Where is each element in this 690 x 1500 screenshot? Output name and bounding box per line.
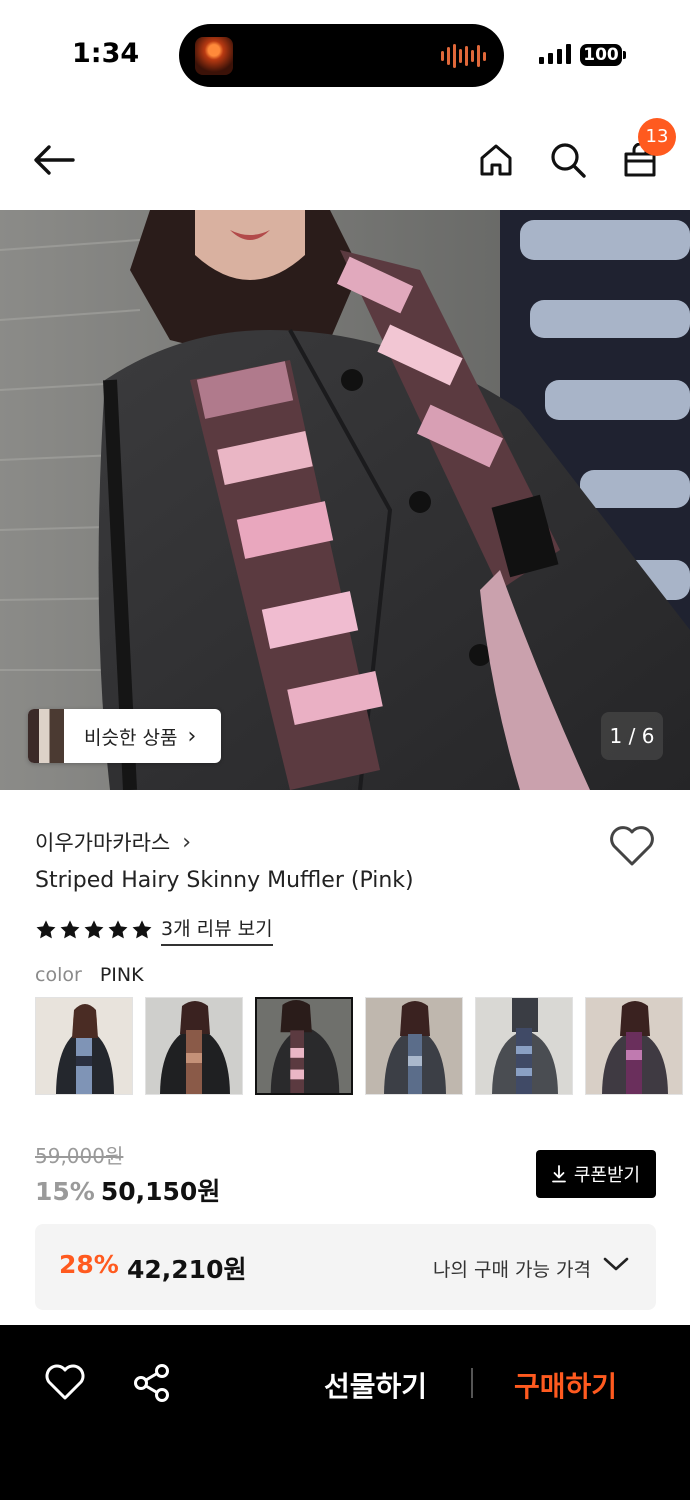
original-price: 59,000원	[35, 1144, 124, 1168]
home-button[interactable]	[472, 136, 520, 184]
bottom-action-bar: 선물하기 구매하기	[0, 1325, 690, 1500]
chevron-down-icon	[603, 1257, 629, 1271]
product-image-carousel[interactable]	[0, 210, 690, 790]
signal-icon	[539, 44, 571, 64]
color-option-thumbnail	[36, 998, 132, 1094]
color-row: color PINK	[35, 964, 144, 986]
color-option-thumbnail	[146, 998, 242, 1094]
similar-products-button[interactable]: 비슷한 상품 ›	[28, 709, 221, 763]
color-option-thumbnail	[476, 998, 572, 1094]
star-icon	[108, 920, 128, 939]
rating-row: 3개 리뷰 보기	[35, 914, 273, 946]
product-title: Striped Hairy Skinny Muffler (Pink)	[35, 868, 414, 893]
star-rating	[35, 919, 153, 941]
color-option-thumbnail	[586, 998, 682, 1094]
top-nav	[0, 110, 690, 210]
my-price-amount: 42,210원	[127, 1255, 247, 1284]
back-button[interactable]	[30, 136, 78, 184]
my-price-panel[interactable]: 28% 42,210원 나의 구매 가능 가격	[35, 1224, 656, 1310]
battery-icon	[623, 51, 626, 59]
chevron-right-icon: ›	[187, 723, 197, 749]
buy-button[interactable]: 구매하기	[514, 1365, 617, 1405]
now-playing-artwork	[195, 37, 233, 75]
arrow-left-icon	[34, 145, 75, 175]
color-value: PINK	[99, 964, 144, 986]
home-icon	[480, 144, 512, 176]
star-icon	[84, 920, 104, 939]
color-option-5[interactable]	[475, 997, 573, 1095]
similar-products-thumbnail	[28, 709, 64, 763]
search-icon	[551, 143, 586, 178]
sale-price: 50,150원	[100, 1177, 221, 1206]
color-option-2[interactable]	[145, 997, 243, 1095]
color-options	[35, 997, 690, 1097]
action-divider	[471, 1368, 473, 1398]
color-option-4[interactable]	[365, 997, 463, 1095]
coupon-download-button[interactable]: 쿠폰받기	[536, 1150, 656, 1198]
heart-icon	[45, 1364, 85, 1400]
color-option-6[interactable]	[585, 997, 683, 1095]
reviews-link[interactable]: 3개 리뷰 보기	[161, 914, 273, 946]
battery-level: 100	[580, 44, 622, 66]
color-label: color	[35, 964, 82, 986]
discount-rate: 15%	[35, 1177, 95, 1206]
audio-waveform-icon	[441, 44, 486, 68]
brand-name: 이우가마카라스	[35, 831, 171, 855]
status-bar: 1:34 100	[0, 0, 690, 110]
download-icon	[551, 1165, 566, 1183]
image-page-indicator: 1 / 6	[601, 712, 663, 760]
chevron-right-icon: ›	[182, 829, 192, 855]
like-button[interactable]	[44, 1362, 86, 1404]
dynamic-island[interactable]	[179, 24, 504, 87]
coupon-label: 쿠폰받기	[573, 1165, 641, 1186]
star-icon	[36, 920, 56, 939]
color-option-1[interactable]	[35, 997, 133, 1095]
my-price-label: 나의 구매 가능 가격	[433, 1259, 591, 1281]
share-button[interactable]	[131, 1362, 173, 1404]
cart-count-badge: 13	[638, 118, 676, 156]
star-icon	[60, 920, 80, 939]
search-button[interactable]	[544, 136, 592, 184]
gift-button[interactable]: 선물하기	[324, 1365, 427, 1405]
similar-products-label: 비슷한 상품	[84, 726, 178, 749]
heart-icon	[610, 826, 654, 866]
share-icon	[134, 1364, 169, 1402]
star-icon	[132, 920, 152, 939]
status-time: 1:34	[72, 38, 140, 69]
color-option-thumbnail	[257, 999, 351, 1093]
price-row: 15% 50,150원	[35, 1172, 220, 1208]
wishlist-button[interactable]	[608, 824, 656, 868]
color-option-3-selected[interactable]	[255, 997, 353, 1095]
brand-link[interactable]: 이우가마카라스 ›	[35, 827, 191, 857]
my-price-discount: 28%	[59, 1250, 119, 1279]
color-option-thumbnail	[366, 998, 462, 1094]
product-photo	[0, 210, 690, 790]
